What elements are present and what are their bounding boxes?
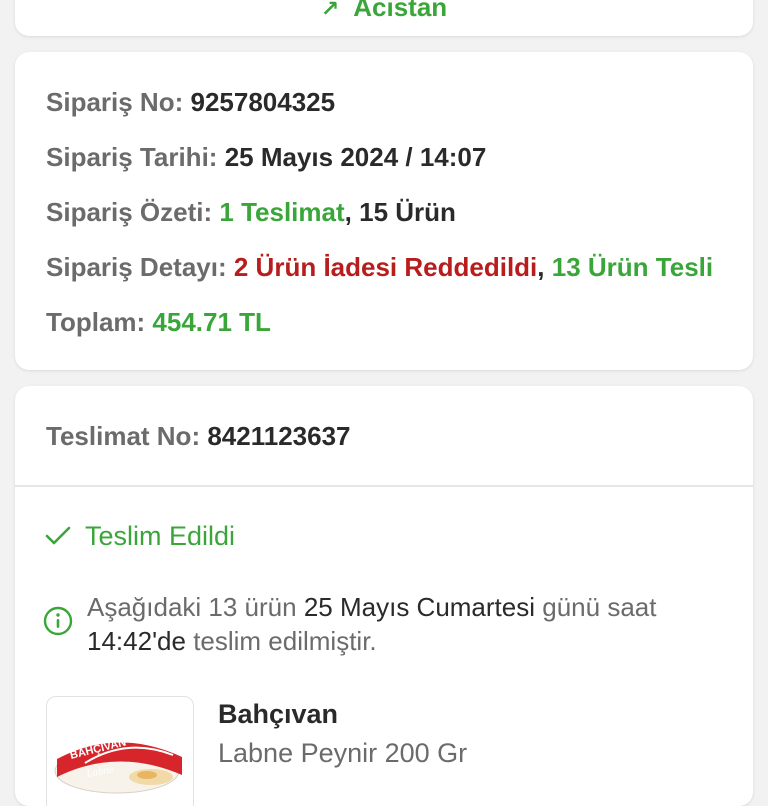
order-summary-deliveries: 1 Teslimat (219, 197, 345, 227)
delivery-notice: Aşağıdaki 13 ürün 25 Mayıs Cumartesi gün… (43, 590, 733, 658)
order-detail-delivered: 13 Ürün Tesli (551, 252, 714, 282)
notice-date: 25 Mayıs Cumartesi (303, 592, 536, 622)
order-detail-rejected: 2 Ürün İadesi Reddedildi (233, 252, 538, 282)
notice-part-2: günü saat (542, 592, 657, 622)
order-number-row: Sipariş No: 9257804325 (46, 86, 739, 118)
order-date-value: 25 Mayıs 2024 / 14:07 (224, 142, 487, 172)
delivery-card: Teslimat No: 8421123637 Teslim Edildi Aş… (15, 386, 753, 806)
reorder-card: ↗ Acıstan (15, 0, 753, 36)
notice-part-1: Aşağıdaki 13 ürün (87, 592, 297, 622)
arrow-icon: ↗ (320, 0, 340, 21)
delivery-status: Teslim Edildi (45, 520, 235, 552)
order-detail-separator: , (537, 252, 545, 282)
notice-part-3: teslim edilmiştir. (193, 626, 377, 656)
labne-package-image: BAHÇIVAN Labne (54, 736, 182, 794)
product-name[interactable]: Labne Peynir 200 Gr (218, 736, 467, 770)
info-circle-icon (43, 606, 73, 636)
order-detail-row: Sipariş Detayı: 2 Ürün İadesi Reddedildi… (46, 251, 739, 283)
order-total-row: Toplam: 454.71 TL (46, 306, 739, 338)
order-total-value: 454.71 TL (152, 307, 271, 337)
product-image[interactable]: BAHÇIVAN Labne (46, 696, 194, 806)
order-summary-separator: , (344, 197, 352, 227)
order-detail-label: Sipariş Detayı: (46, 252, 227, 282)
check-icon (45, 526, 71, 545)
order-date-label: Sipariş Tarihi: (46, 142, 218, 172)
notice-time: 14:42'de (87, 626, 186, 656)
delivery-notice-text: Aşağıdaki 13 ürün 25 Mayıs Cumartesi gün… (87, 590, 733, 658)
order-summary-label: Sipariş Özeti: (46, 197, 213, 227)
order-number-label: Sipariş No: (46, 87, 184, 117)
order-summary-row: Sipariş Özeti: 1 Teslimat, 15 Ürün (46, 196, 739, 228)
reorder-label: Acıstan (353, 0, 448, 22)
order-info-card: Sipariş No: 9257804325 Sipariş Tarihi: 2… (15, 52, 753, 370)
order-number-value: 9257804325 (190, 87, 336, 117)
order-summary-items: 15 Ürün (359, 197, 456, 227)
divider (15, 485, 753, 487)
product-brand: Bahçıvan (218, 699, 339, 729)
order-total-label: Toplam: (46, 307, 146, 337)
delivery-number-value: 8421123637 (207, 421, 351, 451)
delivery-number-label: Teslimat No: (46, 421, 201, 451)
reorder-button[interactable]: ↗ Acıstan (15, 0, 753, 22)
delivery-number-row: Teslimat No: 8421123637 (46, 420, 739, 452)
delivery-status-label: Teslim Edildi (85, 521, 236, 551)
order-date-row: Sipariş Tarihi: 25 Mayıs 2024 / 14:07 (46, 141, 739, 173)
